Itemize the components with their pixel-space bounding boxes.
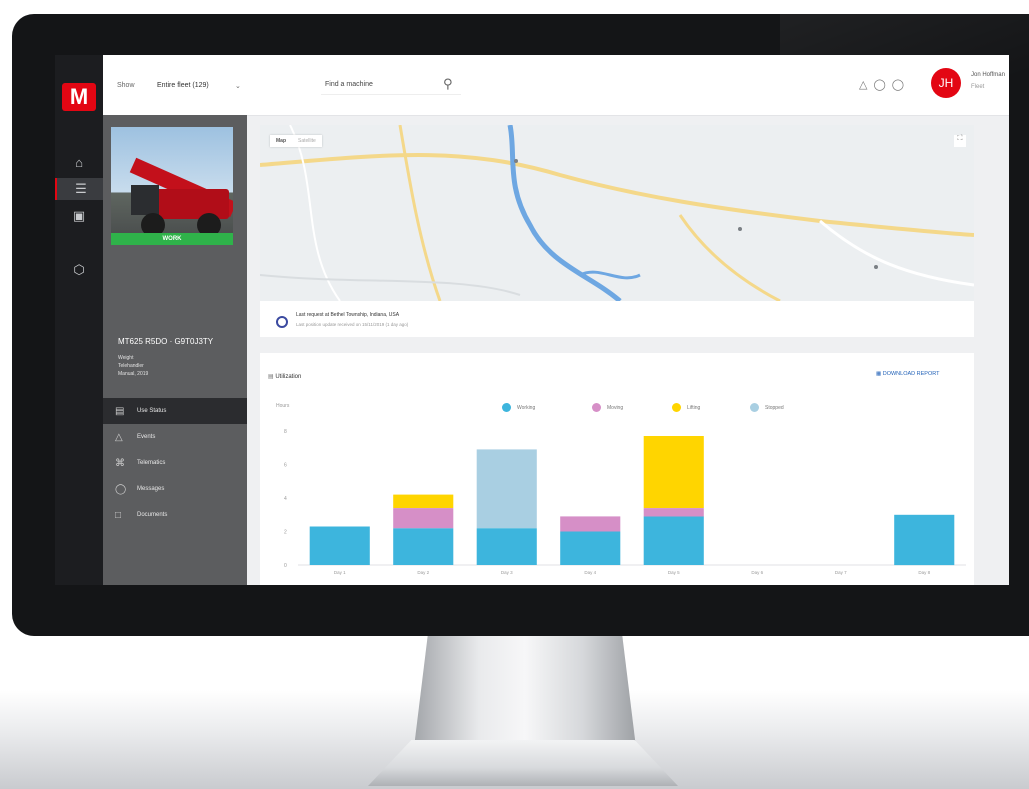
location-subtext: Last position update received on 15/11/2…	[296, 322, 409, 327]
avatar[interactable]: JH	[931, 68, 961, 98]
y-tick-label: 8	[284, 429, 287, 435]
map-type-toggle: Map Satellite	[270, 135, 322, 147]
location-icon	[276, 316, 288, 328]
x-tick-label: Day 1	[334, 570, 346, 575]
bar-lifting-5[interactable]	[643, 436, 704, 508]
utilization-card: ▤ Utilization ▦ DOWNLOAD REPORT Hours Wo…	[260, 353, 974, 585]
nav-item-messages[interactable]: ◯ Messages	[103, 476, 247, 502]
machine-meta-2: Telehandler	[118, 363, 144, 369]
show-label: Show	[117, 82, 135, 89]
x-tick-label: Day 2	[417, 570, 429, 575]
machine-photo	[111, 127, 233, 245]
fullscreen-icon[interactable]: ⛶	[954, 135, 966, 147]
nav-item-label: Messages	[137, 486, 165, 492]
bar-working-1[interactable]	[309, 526, 370, 566]
chevron-down-icon[interactable]: ⌄	[235, 82, 241, 90]
nav-item-label: Telematics	[137, 460, 166, 466]
top-icons: △ ◯ ◯	[859, 78, 904, 91]
top-bar: Show Entire fleet (129) ⌄ Find a machine…	[103, 55, 1009, 116]
settings-icon[interactable]: ◯	[892, 78, 904, 91]
monitor-stand-base	[368, 740, 678, 786]
machine-title: MT625 R5DO · G9T0J3TY	[118, 337, 214, 346]
app-screen: M ⌂ ☰ ▣ ⬡ Show Entire fleet (129) ⌄ Find…	[55, 55, 1009, 585]
machine-panel: WORK MT625 R5DO · G9T0J3TY Weight Teleha…	[103, 115, 247, 585]
map-view[interactable]: Map Satellite ⛶	[260, 125, 974, 301]
bar-working-8[interactable]	[894, 514, 955, 566]
bar-moving-2[interactable]	[393, 508, 454, 529]
y-tick-label: 4	[284, 496, 287, 502]
signal-icon: ⌘	[115, 457, 125, 469]
bar-moving-4[interactable]	[560, 516, 621, 532]
icon-rail: M ⌂ ☰ ▣ ⬡	[55, 55, 105, 585]
fleet-icon[interactable]: ▣	[55, 205, 103, 227]
bar-working-4[interactable]	[560, 531, 621, 566]
nav-item-telematics[interactable]: ⌘ Telematics	[103, 450, 247, 476]
nav-item-label: Use Status	[137, 408, 167, 414]
document-icon: □	[115, 509, 122, 521]
nav-item-events[interactable]: △ Events	[103, 424, 247, 450]
bar-stopped-3[interactable]	[476, 449, 537, 529]
search-icon[interactable]: ⚲	[443, 76, 453, 92]
machine-nav: ▤ Use Status △ Events ⌘ Telematics ◯ Mes…	[103, 398, 247, 528]
nav-item-use-status[interactable]: ▤ Use Status	[103, 398, 247, 424]
bar-working-3[interactable]	[476, 528, 537, 565]
machine-meta-1: Weight	[118, 355, 134, 361]
x-tick-label: Day 6	[751, 570, 763, 575]
map-drawing	[260, 125, 974, 301]
gauge-icon: ▤	[115, 405, 125, 417]
search-input[interactable]: Find a machine ⚲	[321, 76, 461, 95]
x-tick-label: Day 5	[668, 570, 680, 575]
x-tick-label: Day 3	[501, 570, 513, 575]
user-name: Jon Hoffman	[971, 72, 1005, 78]
y-tick-label: 2	[284, 530, 287, 536]
bar-moving-5[interactable]	[643, 508, 704, 517]
warning-icon: △	[115, 431, 123, 443]
y-tick-label: 6	[284, 463, 287, 469]
location-text: Last request at Bethel Township, Indiana…	[296, 312, 400, 318]
box-icon[interactable]: ⬡	[55, 259, 103, 281]
nav-item-label: Documents	[137, 512, 168, 518]
warning-icon[interactable]: △	[859, 78, 867, 91]
bar-working-5[interactable]	[643, 516, 704, 565]
x-tick-label: Day 8	[918, 570, 930, 575]
nav-item-documents[interactable]: □ Documents	[103, 502, 247, 528]
nav-item-label: Events	[137, 434, 156, 440]
bar-working-2[interactable]	[393, 528, 454, 565]
home-icon[interactable]: ⌂	[55, 151, 103, 173]
utilization-chart: 0 2 4 6 8 Day 1 Day 2 Day 3 Day 4 Day 5 Day 6 Day 7…	[284, 429, 966, 575]
map-toggle-map[interactable]: Map	[270, 135, 292, 147]
brand-logo[interactable]: M	[62, 83, 96, 111]
message-icon: ◯	[115, 483, 127, 495]
message-icon[interactable]: ◯	[873, 78, 885, 91]
map-card: Map Satellite ⛶ Last request at Bethel T…	[260, 125, 974, 337]
list-icon[interactable]: ☰	[55, 178, 105, 200]
y-tick-label: 0	[284, 563, 287, 569]
map-toggle-satellite[interactable]: Satellite	[292, 135, 322, 147]
fleet-select[interactable]: Entire fleet (129)	[157, 82, 209, 89]
machine-meta-3: Manual, 2019	[118, 371, 149, 377]
x-tick-label: Day 7	[835, 570, 847, 575]
x-tick-label: Day 4	[584, 570, 596, 575]
user-role: Fleet	[971, 84, 985, 90]
bar-lifting-2[interactable]	[393, 494, 454, 508]
status-badge: WORK	[111, 233, 233, 245]
search-placeholder: Find a machine	[325, 81, 373, 88]
